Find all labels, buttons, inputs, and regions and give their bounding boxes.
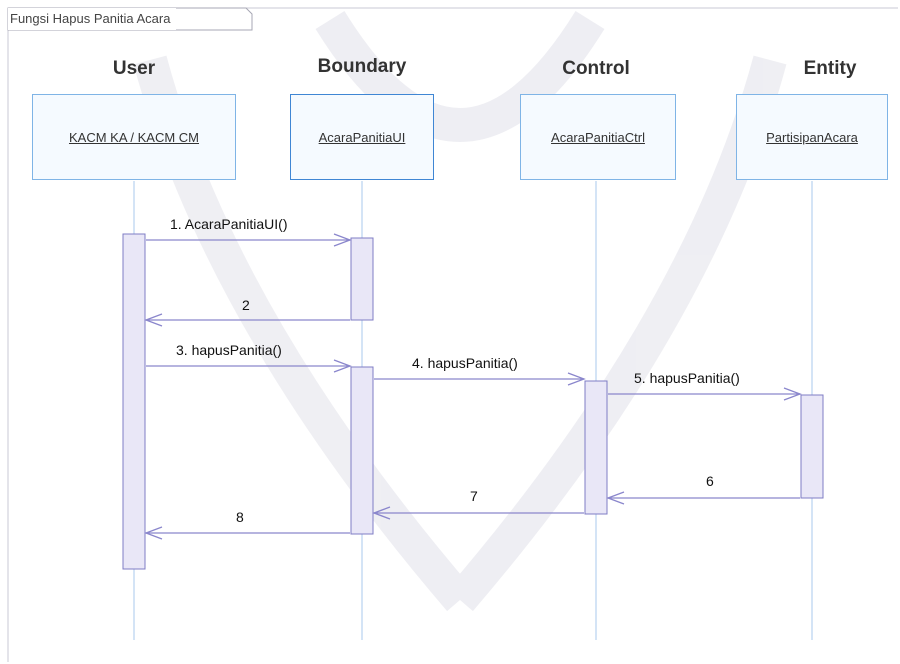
lifeline-box-user: KACM KA / KACM CM — [32, 94, 236, 180]
frame-title: Fungsi Hapus Panitia Acara — [8, 8, 177, 30]
activation-bar-boundary-2 — [350, 366, 374, 535]
message-label-3: 3. hapusPanitia() — [176, 342, 282, 358]
message-arrow-1 — [146, 233, 352, 247]
message-label-2: 2 — [242, 297, 250, 313]
message-label-6: 6 — [706, 473, 714, 489]
message-label-4: 4. hapusPanitia() — [412, 355, 518, 371]
category-label-control: Control — [562, 58, 630, 79]
message-label-7: 7 — [470, 488, 478, 504]
lifeline-box-entity: PartisipanAcara — [736, 94, 888, 180]
category-label-boundary: Boundary — [317, 56, 407, 77]
category-label-user: User — [112, 58, 156, 79]
message-label-5: 5. hapusPanitia() — [634, 370, 740, 386]
activation-bar-control — [584, 380, 608, 515]
category-label-entity: Entity — [803, 58, 857, 79]
activation-bar-user — [122, 233, 146, 570]
lifeline-label-boundary: AcaraPanitiaUI — [318, 129, 406, 145]
message-label-1: 1. AcaraPanitiaUI() — [170, 216, 288, 232]
message-arrow-6 — [606, 491, 800, 505]
activation-bar-boundary-1 — [350, 237, 374, 321]
sequence-diagram-page: { "frame_title": "Fungsi Hapus Panitia A… — [0, 0, 900, 664]
lifeline-label-user: KACM KA / KACM CM — [68, 129, 200, 145]
message-label-8: 8 — [236, 509, 244, 525]
message-arrow-4 — [374, 372, 586, 386]
message-arrow-8 — [144, 526, 350, 540]
lifeline-box-control: AcaraPanitiaCtrl — [520, 94, 676, 180]
lifeline-box-boundary: AcaraPanitiaUI — [290, 94, 434, 180]
activation-bar-entity — [800, 394, 824, 499]
lifeline-label-control: AcaraPanitiaCtrl — [551, 129, 645, 145]
lifeline-label-entity: PartisipanAcara — [766, 129, 858, 145]
message-arrow-3 — [146, 359, 352, 373]
